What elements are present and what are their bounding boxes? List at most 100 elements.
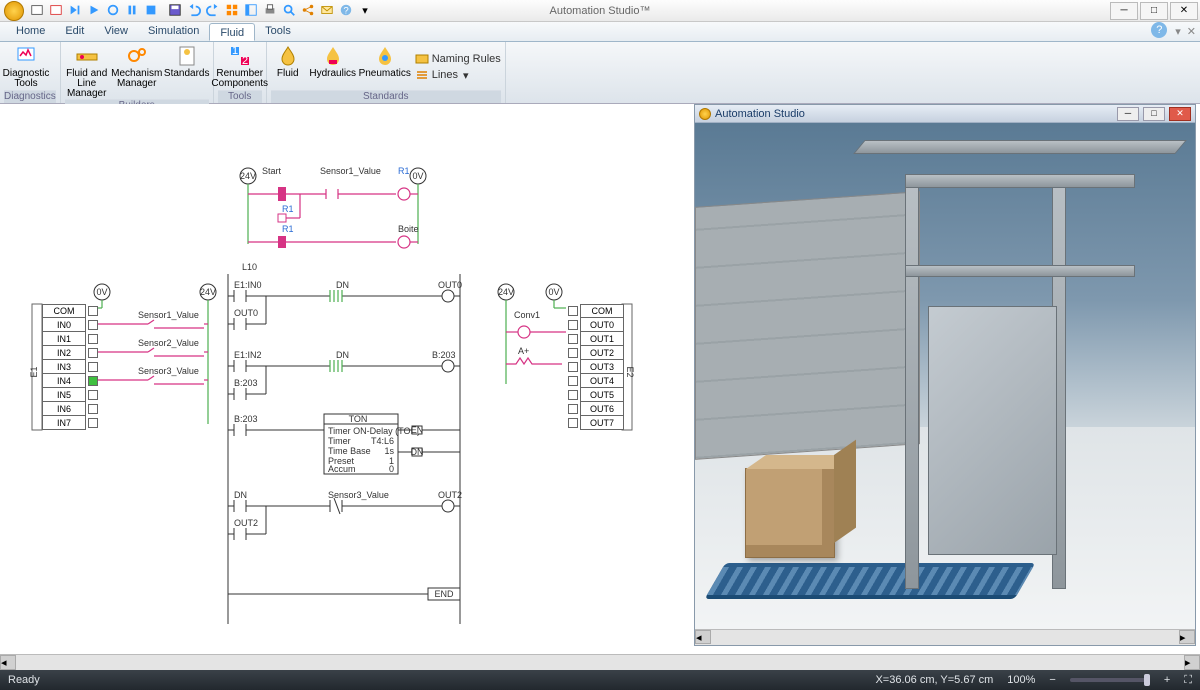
tab-home[interactable]: Home bbox=[6, 22, 55, 41]
in-led bbox=[88, 348, 98, 358]
svg-text:A+: A+ bbox=[518, 346, 529, 356]
ribbon-group-standards: Fluid Hydraulics Pneumatics Naming Rules… bbox=[267, 42, 506, 103]
3d-panel-hscroll[interactable]: ◂▸ bbox=[695, 629, 1195, 645]
fluid-std-button[interactable]: Fluid bbox=[271, 44, 305, 90]
qat-step-icon[interactable] bbox=[66, 2, 84, 18]
in-row: IN7 bbox=[42, 416, 86, 430]
tab-edit[interactable]: Edit bbox=[55, 22, 94, 41]
close-button[interactable]: ✕ bbox=[1170, 2, 1198, 20]
qat-play-icon[interactable] bbox=[85, 2, 103, 18]
zoom-out-button[interactable]: − bbox=[1049, 674, 1055, 686]
qat-help-icon[interactable]: ? bbox=[337, 2, 355, 18]
app-logo-icon bbox=[4, 1, 24, 21]
out-row: OUT5 bbox=[580, 388, 624, 402]
svg-text:Sensor1_Value: Sensor1_Value bbox=[138, 310, 199, 320]
status-bar: Ready X=36.06 cm, Y=5.67 cm 100% − + ⛶ bbox=[0, 670, 1200, 690]
qat-undo-icon[interactable] bbox=[185, 2, 203, 18]
renumber-label: Renumber Components bbox=[211, 69, 268, 89]
qat-zoom-icon[interactable] bbox=[280, 2, 298, 18]
ribbon-collapse-icon[interactable]: ▾ bbox=[1175, 25, 1181, 38]
qat-dropdown-icon[interactable]: ▾ bbox=[356, 2, 374, 18]
tab-view[interactable]: View bbox=[94, 22, 138, 41]
svg-text:Sensor3_Value: Sensor3_Value bbox=[328, 490, 389, 500]
svg-text:1s: 1s bbox=[384, 446, 394, 456]
svg-text:Sensor3_Value: Sensor3_Value bbox=[138, 366, 199, 376]
3d-panel-maximize-button[interactable]: □ bbox=[1143, 107, 1165, 121]
svg-text:Sensor1_Value: Sensor1_Value bbox=[320, 166, 381, 176]
qat-mail-icon[interactable] bbox=[318, 2, 336, 18]
status-expand-icon[interactable]: ⛶ bbox=[1184, 674, 1192, 687]
qat-save-icon[interactable] bbox=[166, 2, 184, 18]
minimize-button[interactable]: ─ bbox=[1110, 2, 1138, 20]
ribbon-tabs: Home Edit View Simulation Fluid Tools ? … bbox=[0, 22, 1200, 42]
3d-wall bbox=[695, 191, 920, 460]
svg-text:Accum: Accum bbox=[328, 464, 356, 474]
scroll-right-icon[interactable]: ▸ bbox=[1184, 655, 1200, 670]
qat-normal-icon[interactable] bbox=[28, 2, 46, 18]
tab-simulation[interactable]: Simulation bbox=[138, 22, 209, 41]
pneumatics-std-button[interactable]: Pneumatics bbox=[361, 44, 409, 90]
out-led bbox=[568, 334, 578, 344]
qat-paused-icon[interactable] bbox=[47, 2, 65, 18]
svg-text:B:203: B:203 bbox=[432, 350, 456, 360]
mechanism-manager-button[interactable]: Mechanism Manager bbox=[115, 44, 159, 99]
svg-text:E1:IN0: E1:IN0 bbox=[234, 280, 262, 290]
zoom-in-button[interactable]: + bbox=[1164, 674, 1170, 686]
qat-print-icon[interactable] bbox=[261, 2, 279, 18]
output-card[interactable]: COM OUT0 OUT1 OUT2 OUT3 OUT4 OUT5 OUT6 O… bbox=[566, 304, 624, 430]
in-led bbox=[88, 334, 98, 344]
out-row: OUT6 bbox=[580, 402, 624, 416]
svg-text:Conv1: Conv1 bbox=[514, 310, 540, 320]
lines-button[interactable]: Lines▾ bbox=[415, 68, 501, 82]
3d-panel-close-button[interactable]: ✕ bbox=[1169, 107, 1191, 121]
qat-pause-icon[interactable] bbox=[123, 2, 141, 18]
fluid-line-label: Fluid and Line Manager bbox=[65, 69, 109, 99]
scroll-right-icon[interactable]: ▸ bbox=[1179, 630, 1195, 644]
diagnostic-tools-button[interactable]: Diagnostic Tools bbox=[4, 44, 48, 90]
in-row: IN2 bbox=[42, 346, 86, 360]
out-led bbox=[568, 362, 578, 372]
3d-panel-titlebar[interactable]: Automation Studio ─ □ ✕ bbox=[695, 105, 1195, 123]
3d-panel-minimize-button[interactable]: ─ bbox=[1117, 107, 1139, 121]
svg-text:E1:IN2: E1:IN2 bbox=[234, 350, 262, 360]
naming-rules-button[interactable]: Naming Rules bbox=[415, 52, 501, 66]
renumber-components-button[interactable]: 12 Renumber Components bbox=[218, 44, 262, 90]
3d-viewport[interactable] bbox=[695, 123, 1195, 629]
svg-text:T4:L6: T4:L6 bbox=[371, 436, 394, 446]
qat-slow-icon[interactable] bbox=[104, 2, 122, 18]
scroll-left-icon[interactable]: ◂ bbox=[695, 630, 711, 644]
qat-stop-icon[interactable] bbox=[142, 2, 160, 18]
out-row: OUT0 bbox=[580, 318, 624, 332]
fluid-line-manager-button[interactable]: Fluid and Line Manager bbox=[65, 44, 109, 99]
fluid-std-label: Fluid bbox=[277, 69, 299, 79]
mech-mgr-label: Mechanism Manager bbox=[111, 69, 162, 89]
ribbon-group-diagnostics: Diagnostic Tools Diagnostics bbox=[0, 42, 61, 103]
qat-sep1 bbox=[161, 2, 165, 18]
ribbon-close-icon[interactable]: ✕ bbox=[1187, 25, 1196, 38]
maximize-button[interactable]: □ bbox=[1140, 2, 1168, 20]
svg-text:24V: 24V bbox=[240, 171, 256, 181]
svg-text:Timer ON-Delay (TON): Timer ON-Delay (TON) bbox=[328, 426, 420, 436]
svg-text:0: 0 bbox=[389, 464, 394, 474]
qat-redo-icon[interactable] bbox=[204, 2, 222, 18]
svg-text:OUT2: OUT2 bbox=[438, 490, 462, 500]
out-led bbox=[568, 348, 578, 358]
qat-panel-icon[interactable] bbox=[242, 2, 260, 18]
out-row: OUT3 bbox=[580, 360, 624, 374]
in-led bbox=[88, 306, 98, 316]
svg-text:B:203: B:203 bbox=[234, 378, 258, 388]
ribbon-help-icon[interactable]: ? bbox=[1151, 22, 1167, 38]
zoom-slider[interactable] bbox=[1070, 678, 1150, 682]
scroll-left-icon[interactable]: ◂ bbox=[0, 655, 16, 670]
input-card[interactable]: COM IN0 IN1 IN2 IN3 IN4 IN5 IN6 IN7 bbox=[42, 304, 100, 430]
svg-text:Boite: Boite bbox=[398, 224, 419, 234]
tab-fluid[interactable]: Fluid bbox=[209, 23, 255, 41]
hydraulics-std-button[interactable]: Hydraulics bbox=[311, 44, 355, 90]
standards-button[interactable]: Standards bbox=[165, 44, 209, 99]
qat-grid-icon[interactable] bbox=[223, 2, 241, 18]
workspace-hscroll[interactable]: ◂▸ bbox=[0, 654, 1200, 670]
naming-rules-label: Naming Rules bbox=[432, 53, 501, 65]
svg-text:Sensor2_Value: Sensor2_Value bbox=[138, 338, 199, 348]
qat-share-icon[interactable] bbox=[299, 2, 317, 18]
tab-tools[interactable]: Tools bbox=[255, 22, 301, 41]
